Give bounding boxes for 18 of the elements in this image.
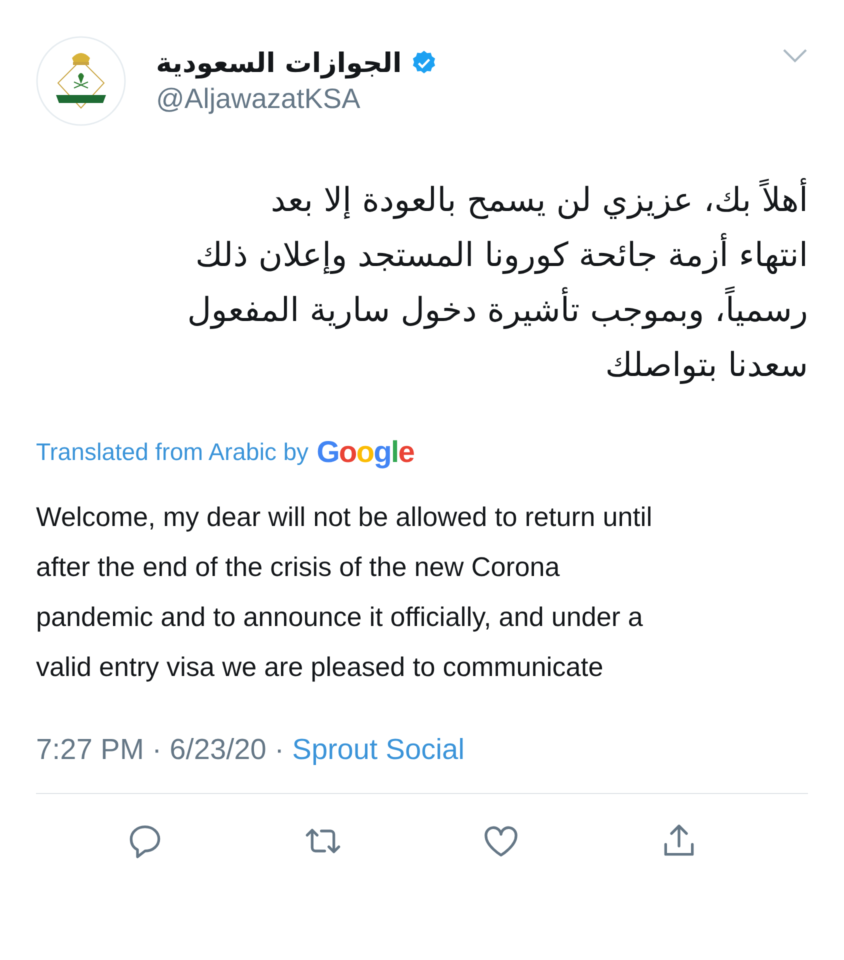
translation-text-line: pandemic and to announce it officially, and under a — [36, 601, 643, 634]
tweet-text-line: رسمياً، وبموجب تأشيرة دخول سارية المفعول — [187, 282, 808, 337]
tweet-text-line: أهلاً بك، عزيزي لن يسمح بالعودة إلا بعد — [270, 177, 808, 221]
source-link[interactable]: Sprout Social — [292, 734, 465, 767]
translation-text-line: after the end of the crisis of the new Corona — [36, 551, 560, 584]
account-name[interactable]: الجوازات السعودية — [156, 48, 402, 78]
translation-text-line: Welcome, my dear will not be allowed to return until — [36, 501, 652, 534]
separator-dot: · — [274, 734, 284, 767]
account-handle[interactable]: @AljawazatKSA — [156, 82, 752, 114]
avatar-logo-drawing[interactable] — [36, 36, 126, 126]
tweet-time: 7:27 PM — [36, 734, 144, 767]
tweet-text-line: انتهاء أزمة جائحة كورونا المستجد وإعلان ذلك — [195, 232, 808, 276]
translation-label: Translated from Arabic by — [36, 439, 309, 467]
google-logo: Google — [316, 436, 414, 470]
tweet-text-line: سعدنا بتواصلك — [605, 344, 808, 386]
tweet-date: 6/23/20 — [170, 734, 266, 767]
translation-text-line: valid entry visa we are pleased to communicate — [36, 651, 604, 684]
separator-dot: · — [152, 734, 162, 767]
